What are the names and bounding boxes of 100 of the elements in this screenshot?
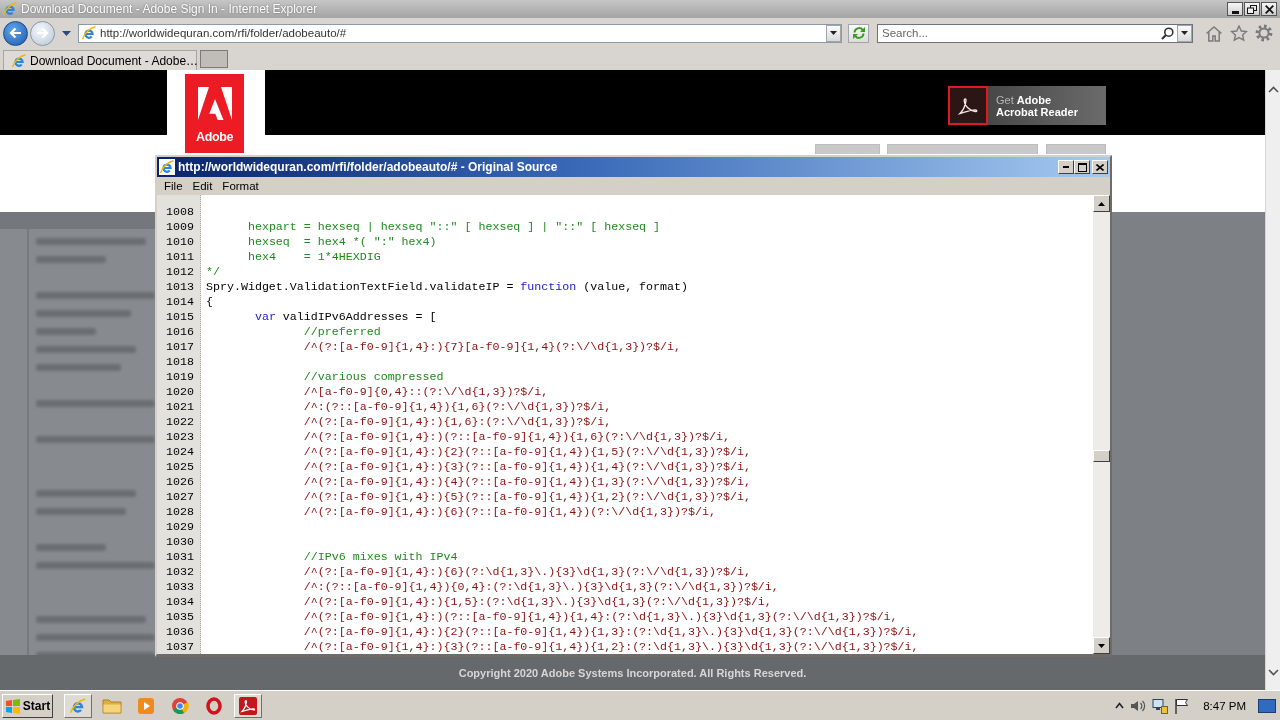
e-logo-icon [11,52,27,69]
address-input[interactable]: http://worldwidequran.com/rfi/folder/adobeauto/# [97,25,826,41]
code-line: /^(?:[a-f0-9]{1,4}:){3}(?::[a-f0-9]{1,4}){1,4}(?:\/\d{1,3})?$/i, [303,460,751,473]
caret-down-icon [62,30,71,36]
e-logo-icon [2,1,18,17]
code-line: hexseq = hex4 *( ":" hex4) [247,235,437,248]
taskbar-button[interactable] [234,693,262,718]
line-number: 1031 [166,550,194,563]
window-title: Download Document - Adobe Sign In - Internet Explorer [21,2,318,16]
line-number: 1020 [166,385,194,398]
line-number: 1034 [166,595,194,608]
code-line: hexpart = hexseq | hexseq "::" [ hexseq ] | "::" [ hexseq ] [247,220,661,233]
search-field[interactable]: Search... [877,23,1193,43]
close-icon [1264,5,1274,14]
refresh-icon [851,26,866,40]
line-number: 1021 [166,400,194,413]
search-input[interactable]: Search... [879,25,1161,41]
line-number: 1022 [166,415,194,428]
code-line: /^:(?::[a-f0-9]{1,4}){0,4}:(?:\d{1,3}\.){3}\d{1,3}(?:\/\d{1,3})?$/i, [303,580,779,593]
maximize-icon [1077,162,1087,172]
line-number: 1016 [166,325,194,338]
network-icon[interactable] [1152,697,1169,714]
line-number: 1008 [166,205,194,218]
line-number: 1010 [166,235,194,248]
segmented-circle-icon [171,696,189,715]
down-triangle-icon [1098,643,1105,648]
scrollbar[interactable] [1093,195,1110,654]
search-dropdown-button[interactable] [1177,24,1192,42]
code-line: /^(?:[a-f0-9]{1,4}:)(?::[a-f0-9]{1,4}){1,6}(?:\/\d{1,3})?$/i, [303,430,730,443]
code-line: /^(?:[a-f0-9]{1,4}:){1,5}:(?:\d{1,3}\.){3}\d{1,3}(?:\/\d{1,3})?$/i, [303,595,772,608]
menu-item[interactable]: File [159,178,188,194]
line-number: 1009 [166,220,194,233]
code-line: //IPv6 mixes with IPv4 [303,550,458,563]
folder-icon [102,697,122,714]
browser-tab[interactable]: Download Document - Adobe… [3,50,197,70]
four-pane-flag-icon [4,697,21,714]
code-line: /^(?:[a-f0-9]{1,4}:){2}(?::[a-f0-9]{1,4}){1,5}(?:\/\d{1,3})?$/i, [303,445,751,458]
caret-down-icon [830,31,837,35]
get-reader-button[interactable]: Get Adobe Acrobat Reader [948,86,1106,125]
settings-icon[interactable] [1255,24,1273,42]
start-button[interactable]: Start [2,693,53,718]
address-field[interactable]: http://worldwidequran.com/rfi/folder/adobeauto/# [78,23,842,43]
code-line: */ [206,265,220,278]
clock-text[interactable]: 8:47 PM [1203,699,1246,712]
code-line: Spry.Widget.ValidationTextField.validateIP = function (value, format) [206,280,689,293]
chevron-up-icon[interactable] [1267,86,1279,93]
line-number: 1013 [166,280,194,293]
chevron-down-icon[interactable] [1267,669,1279,676]
line-number: 1019 [166,370,194,383]
code-line: /^(?:[a-f0-9]{1,4}:){2}(?::[a-f0-9]{1,4}){1,3}:(?:\d{1,3}\.){3}\d{1,3}(?:\/\d{1,3})?$/i, [303,625,919,638]
caret-down-icon [1181,31,1188,35]
restore-button[interactable] [1244,2,1260,16]
line-number: 1032 [166,565,194,578]
scroll-down-button[interactable] [1093,637,1110,654]
swirl-icon [239,696,257,715]
flag-icon[interactable] [1174,697,1190,714]
line-number: 1017 [166,340,194,353]
home-icon[interactable] [1205,24,1223,42]
page-scrollbar[interactable] [1265,70,1280,690]
close-button[interactable] [1261,2,1277,16]
code-line: { [206,295,213,308]
code-line: /^(?:[a-f0-9]{1,4}:){7}[a-f0-9]{1,4}(?:\/\d{1,3})?$/i, [303,340,682,353]
maximize-button[interactable] [1074,160,1090,174]
restore-icon [1247,5,1257,14]
code-line: /^(?:[a-f0-9]{1,4}:)(?::[a-f0-9]{1,4}){1,4}:(?:\d{1,3}\.){3}\d{1,3}(?:\/\d{1,3})?$/i, [303,610,898,623]
search-icon[interactable] [1161,26,1174,40]
code-line: //various compressed [303,370,444,383]
line-number: 1030 [166,535,194,548]
code-line: /^(?:[a-f0-9]{1,4}:){1,6}:(?:\/\d{1,3})?$/i, [303,415,612,428]
taskbar-button[interactable] [64,693,92,718]
menu-item[interactable]: Edit [187,178,218,194]
back-button[interactable] [3,20,28,46]
minimize-button[interactable] [1227,2,1243,16]
right-arrow-icon [36,27,49,39]
refresh-button[interactable] [848,23,869,43]
line-number: 1028 [166,505,194,518]
code-line: /^[a-f0-9]{0,4}::(?:\/\d{1,3})?$/i, [303,385,549,398]
line-number: 1015 [166,310,194,323]
code-line: /^(?:[a-f0-9]{1,4}:){6}(?:\d{1,3}\.){3}\d{1,3}(?:\/\d{1,3})?$/i, [303,565,751,578]
line-number: 1027 [166,490,194,503]
line-number: 1029 [166,520,194,533]
close-icon [1096,163,1104,171]
desktop-icon[interactable] [1258,697,1276,714]
history-dropdown-button[interactable] [61,28,72,38]
line-number: 1014 [166,295,194,308]
code-line: /^(?:[a-f0-9]{1,4}:){4}(?::[a-f0-9]{1,4}){1,3}(?:\/\d{1,3})?$/i, [303,475,751,488]
code-line: /^(?:[a-f0-9]{1,4}:){6}(?::[a-f0-9]{1,4})(?:\/\d{1,3})?$/i, [303,505,716,518]
e-logo-icon [69,696,87,715]
chevron-up-icon[interactable] [1115,702,1125,709]
left-arrow-icon [9,27,22,39]
line-number: 1023 [166,430,194,443]
line-number: 1018 [166,355,194,368]
scroll-up-button[interactable] [1093,195,1110,212]
e-logo-icon [81,25,97,41]
menu-item[interactable]: Format [217,178,264,194]
scroll-thumb[interactable] [1093,450,1110,462]
line-number: 1011 [166,250,194,263]
line-number: 1025 [166,460,194,473]
address-dropdown-button[interactable] [826,24,841,42]
star-icon[interactable] [1230,24,1248,42]
